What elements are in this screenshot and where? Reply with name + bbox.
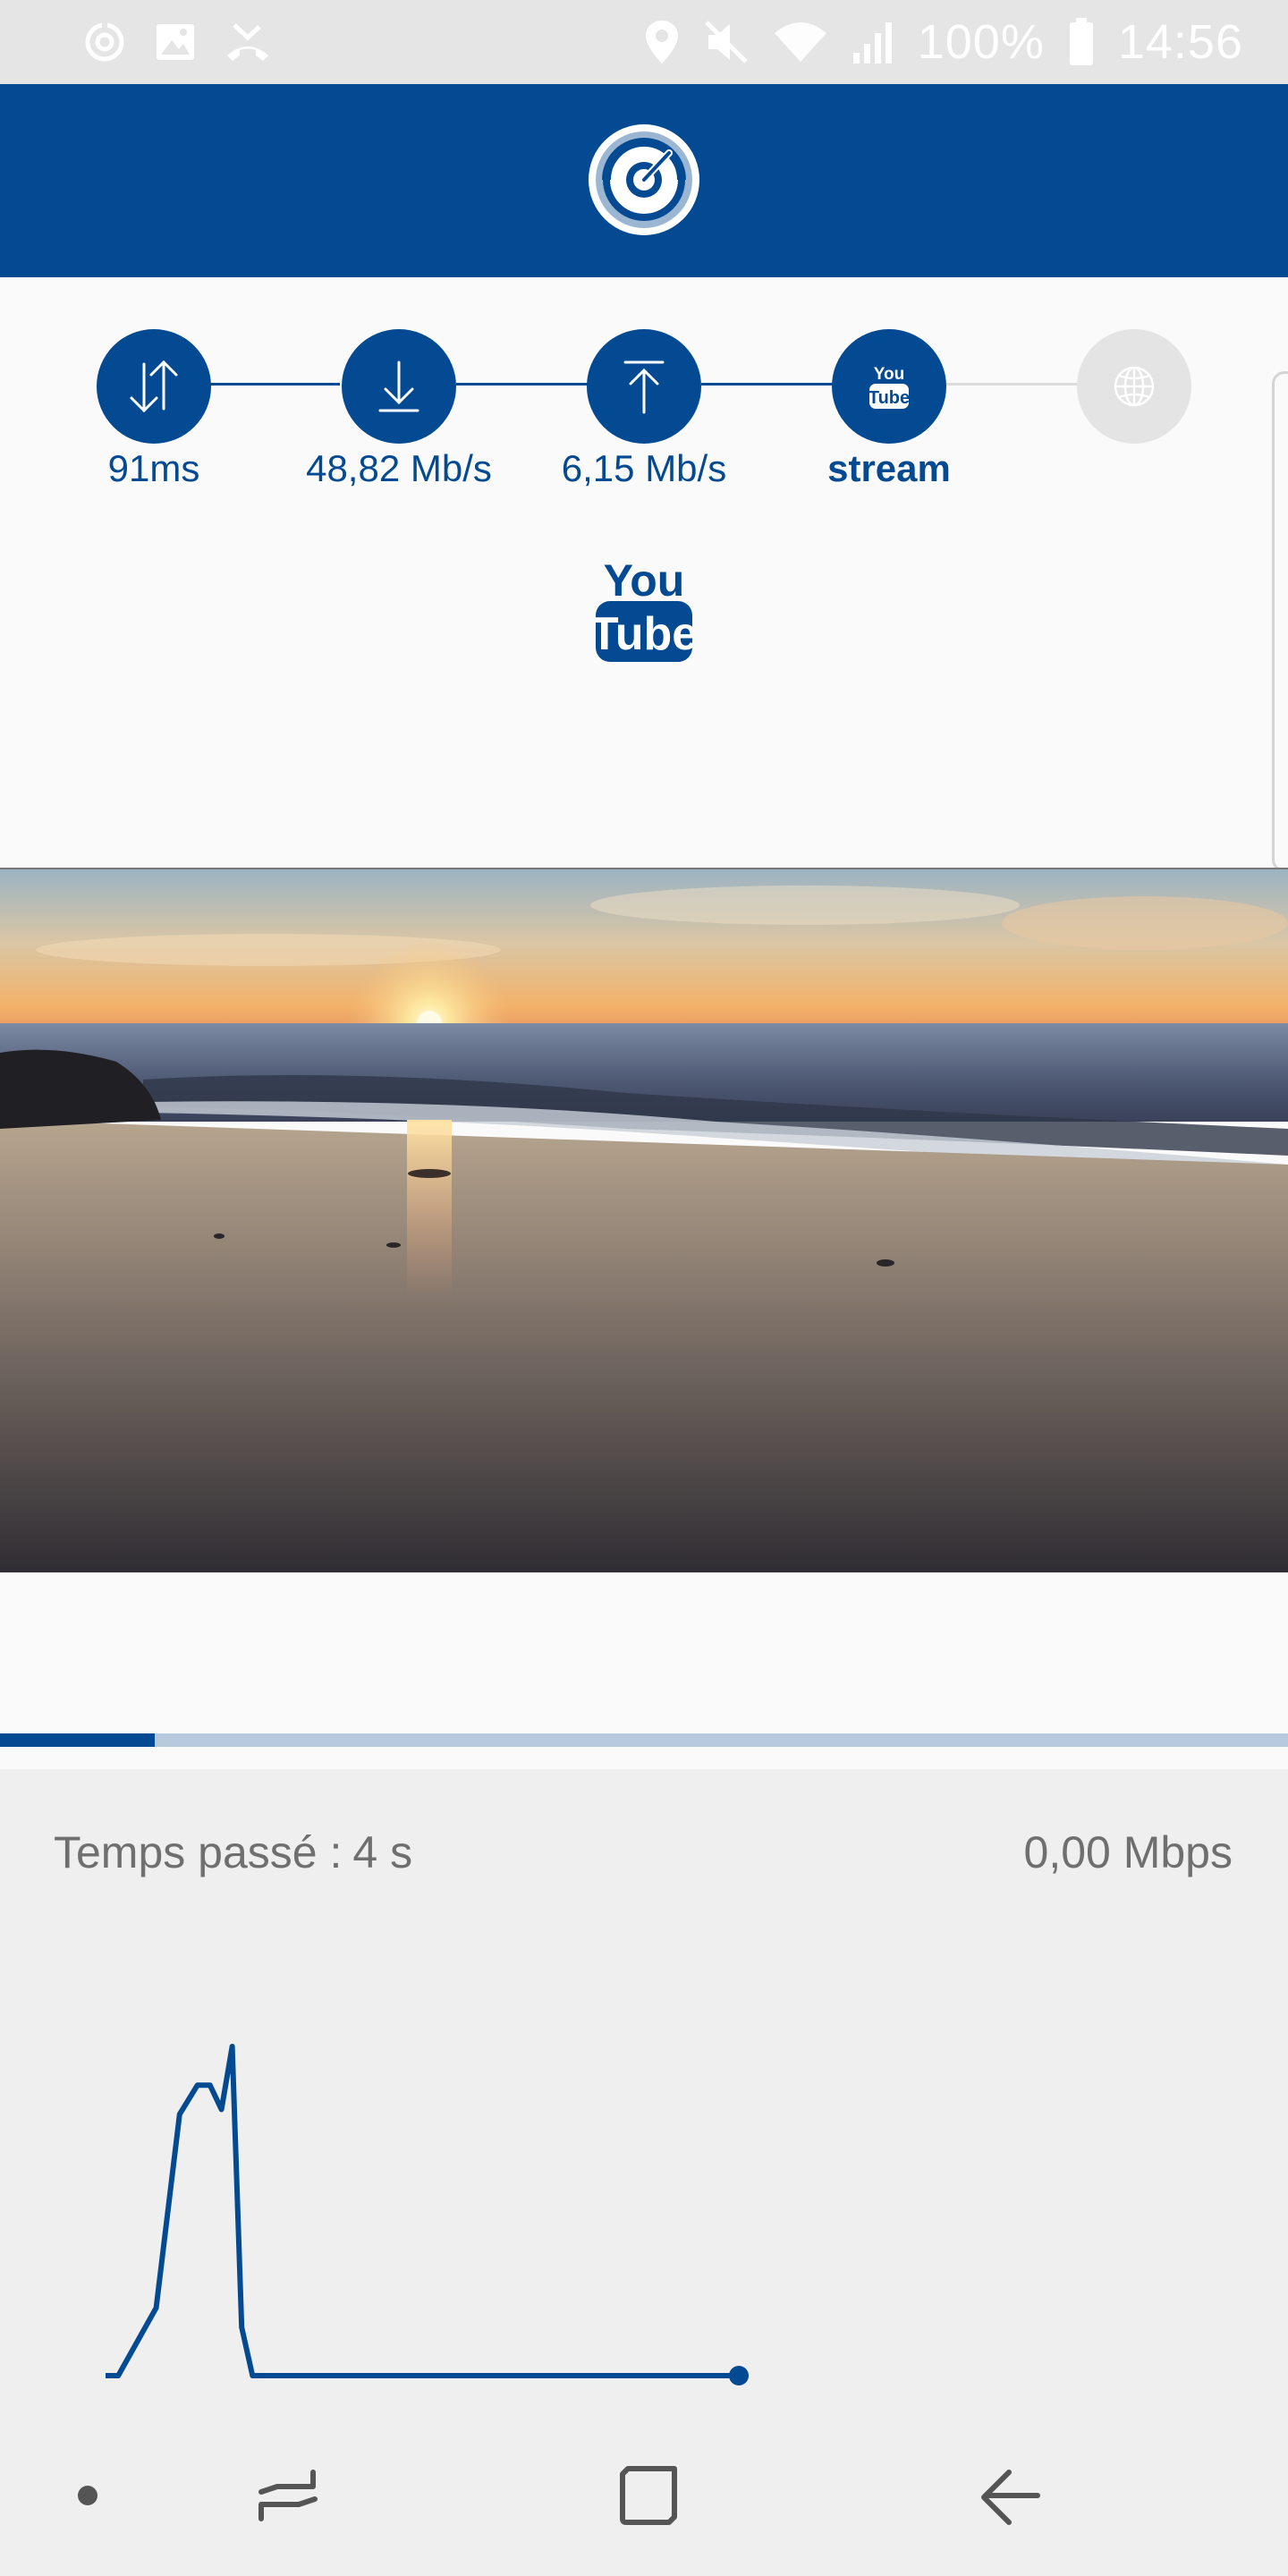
globe-icon: [1077, 329, 1191, 444]
upload-icon: [587, 329, 701, 444]
sunset-beach-video[interactable]: [0, 868, 1288, 1572]
youtube-logo-top: You: [604, 555, 685, 606]
location-icon: [644, 19, 680, 65]
step-stream: You Tube stream: [773, 329, 1005, 490]
step-upload-label: 6,15 Mb/s: [561, 447, 727, 489]
data-saver-icon: [82, 20, 127, 64]
stream-stats-panel: Temps passé :4 s 0,00 Mbps: [0, 1769, 1288, 2415]
clock: 14:56: [1117, 15, 1243, 69]
assistant-dot-icon[interactable]: [43, 2451, 132, 2540]
stream-progress-bar: [0, 1733, 1288, 1747]
battery-percent: 100%: [917, 15, 1045, 69]
stream-progress-fill: [0, 1733, 155, 1747]
missed-call-icon: [224, 20, 272, 64]
download-icon: [342, 329, 456, 444]
battery-icon: [1068, 18, 1095, 66]
test-stepper: 91ms 48,82 Mb/s 6,15 Mb/s You Tube strea…: [0, 277, 1288, 510]
youtube-logo-icon: You Tube: [590, 551, 698, 665]
throughput-line: [106, 2044, 739, 2378]
edge-panel-handle[interactable]: [1272, 371, 1288, 872]
wifi-icon: [773, 19, 828, 65]
mute-icon: [703, 19, 750, 65]
elapsed-value: 4 s: [352, 1827, 413, 1877]
throughput-current-point: [729, 2366, 749, 2385]
youtube-icon: You Tube: [832, 329, 946, 444]
back-icon[interactable]: [964, 2451, 1054, 2540]
home-icon[interactable]: [605, 2451, 694, 2540]
youtube-logo-bottom: Tube: [594, 608, 694, 660]
status-bar: 100% 14:56: [0, 0, 1288, 84]
app-bar: [0, 84, 1288, 277]
signal-icon: [852, 19, 894, 65]
current-speed: 0,00 Mbps: [1023, 1827, 1233, 1877]
step-stream-label: stream: [827, 447, 951, 489]
step-browse: [1018, 329, 1250, 447]
svg-text:You: You: [874, 365, 904, 384]
elapsed-label: Temps passé :: [54, 1827, 343, 1877]
step-ping: 91ms: [38, 329, 270, 490]
step-download: 48,82 Mb/s: [283, 329, 515, 490]
system-nav-bar: [0, 2415, 1288, 2576]
step-upload: 6,15 Mb/s: [528, 329, 760, 490]
ping-arrows-icon: [97, 329, 211, 444]
step-download-label: 48,82 Mb/s: [306, 447, 492, 489]
svg-text:Tube: Tube: [869, 388, 910, 408]
gallery-icon: [154, 21, 197, 64]
speedometer-logo-icon: [587, 123, 701, 237]
elapsed-time: Temps passé :4 s: [54, 1826, 412, 1878]
recents-icon[interactable]: [243, 2451, 333, 2540]
step-ping-label: 91ms: [107, 447, 200, 489]
